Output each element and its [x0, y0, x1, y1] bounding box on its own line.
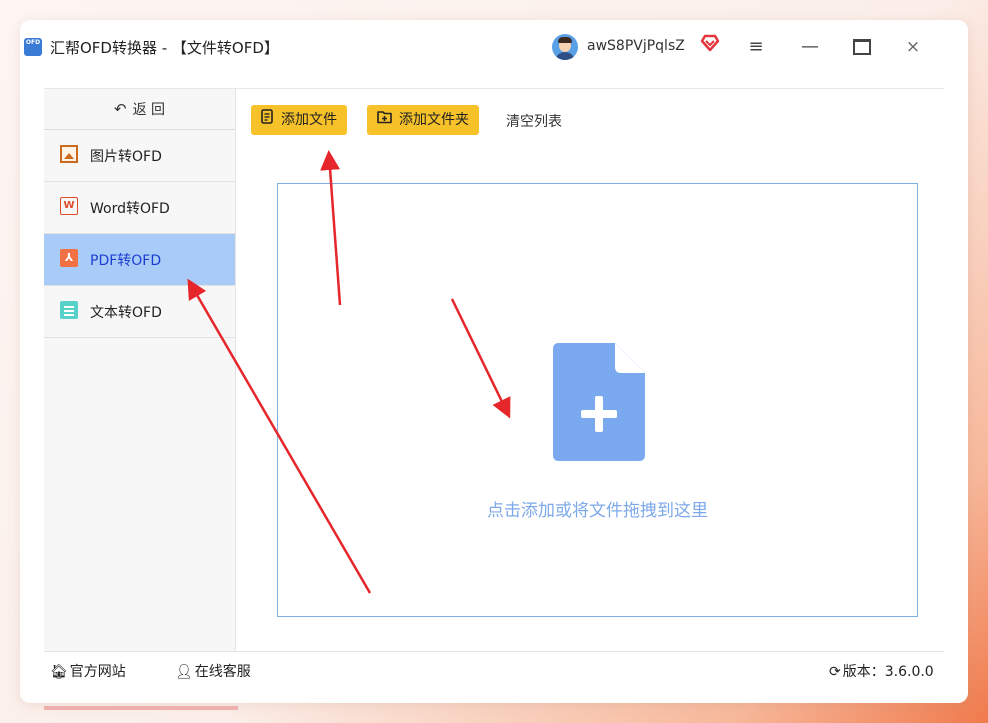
vip-heart-icon[interactable] — [700, 34, 720, 57]
pdf-icon: ⅄ — [60, 249, 78, 267]
sidebar-item-label: 图片转OFD — [90, 149, 162, 165]
add-folder-button[interactable]: 添加文件夹 — [367, 105, 479, 135]
image-icon — [60, 145, 78, 163]
close-button[interactable]: × — [898, 32, 928, 62]
add-file-icon — [261, 106, 275, 136]
version-info[interactable]: ⟳ 版本：3.6.0.0 — [829, 661, 934, 681]
username[interactable]: awS8PVjPqlsZ — [587, 38, 685, 54]
home-icon: 🏠︎ — [50, 664, 68, 680]
maximize-button[interactable] — [847, 32, 877, 62]
add-document-icon — [553, 343, 645, 461]
add-file-button[interactable]: 添加文件 — [251, 105, 347, 135]
back-arrow-icon: ↶ — [113, 100, 127, 118]
text-file-icon — [60, 301, 78, 319]
drop-hint-text: 点击添加或将文件拖拽到这里 — [487, 501, 708, 521]
sidebar-item-pdf-to-ofd[interactable]: ⅄ PDF转OFD — [44, 234, 235, 286]
official-website-link[interactable]: 🏠︎ 官方网站 — [50, 661, 126, 681]
online-service-link[interactable]: 👤︎ 在线客服 — [175, 661, 251, 681]
file-drop-zone[interactable]: 点击添加或将文件拖拽到这里 — [277, 183, 918, 617]
title-bar: OFD 汇帮OFD转换器 - 【文件转OFD】 awS8PVjPqlsZ ≡ —… — [24, 28, 924, 68]
add-folder-icon — [377, 106, 393, 136]
sidebar-item-text-to-ofd[interactable]: 文本转OFD — [44, 286, 235, 338]
sidebar-item-label: 文本转OFD — [90, 305, 162, 321]
refresh-icon: ⟳ — [829, 664, 841, 680]
minimize-button[interactable]: — — [795, 32, 825, 62]
sidebar-item-label: Word转OFD — [90, 201, 170, 217]
menu-icon[interactable]: ≡ — [741, 32, 771, 62]
main-panel: 添加文件 添加文件夹 清空列表 点击添加或将文件拖拽到这里 — [236, 89, 944, 651]
app-logo-icon: OFD — [24, 38, 42, 56]
sidebar: ↶ 返 回 图片转OFD W Word转OFD ⅄ PDF转OFD 文本转OFD — [44, 89, 236, 651]
sidebar-item-label: PDF转OFD — [90, 253, 162, 269]
window-title: 汇帮OFD转换器 - 【文件转OFD】 — [50, 39, 279, 57]
sidebar-item-image-to-ofd[interactable]: 图片转OFD — [44, 130, 235, 182]
app-body: ↶ 返 回 图片转OFD W Word转OFD ⅄ PDF转OFD 文本转OFD … — [44, 88, 944, 685]
user-avatar[interactable] — [552, 34, 578, 60]
clear-list-button[interactable]: 清空列表 — [506, 111, 562, 131]
customer-service-icon: 👤︎ — [175, 664, 193, 680]
status-bar: 🏠︎ 官方网站 👤︎ 在线客服 ⟳ 版本：3.6.0.0 — [44, 651, 944, 686]
decorative-strip — [44, 706, 238, 710]
word-icon: W — [60, 197, 78, 215]
back-button[interactable]: ↶ 返 回 — [44, 89, 235, 130]
sidebar-item-word-to-ofd[interactable]: W Word转OFD — [44, 182, 235, 234]
